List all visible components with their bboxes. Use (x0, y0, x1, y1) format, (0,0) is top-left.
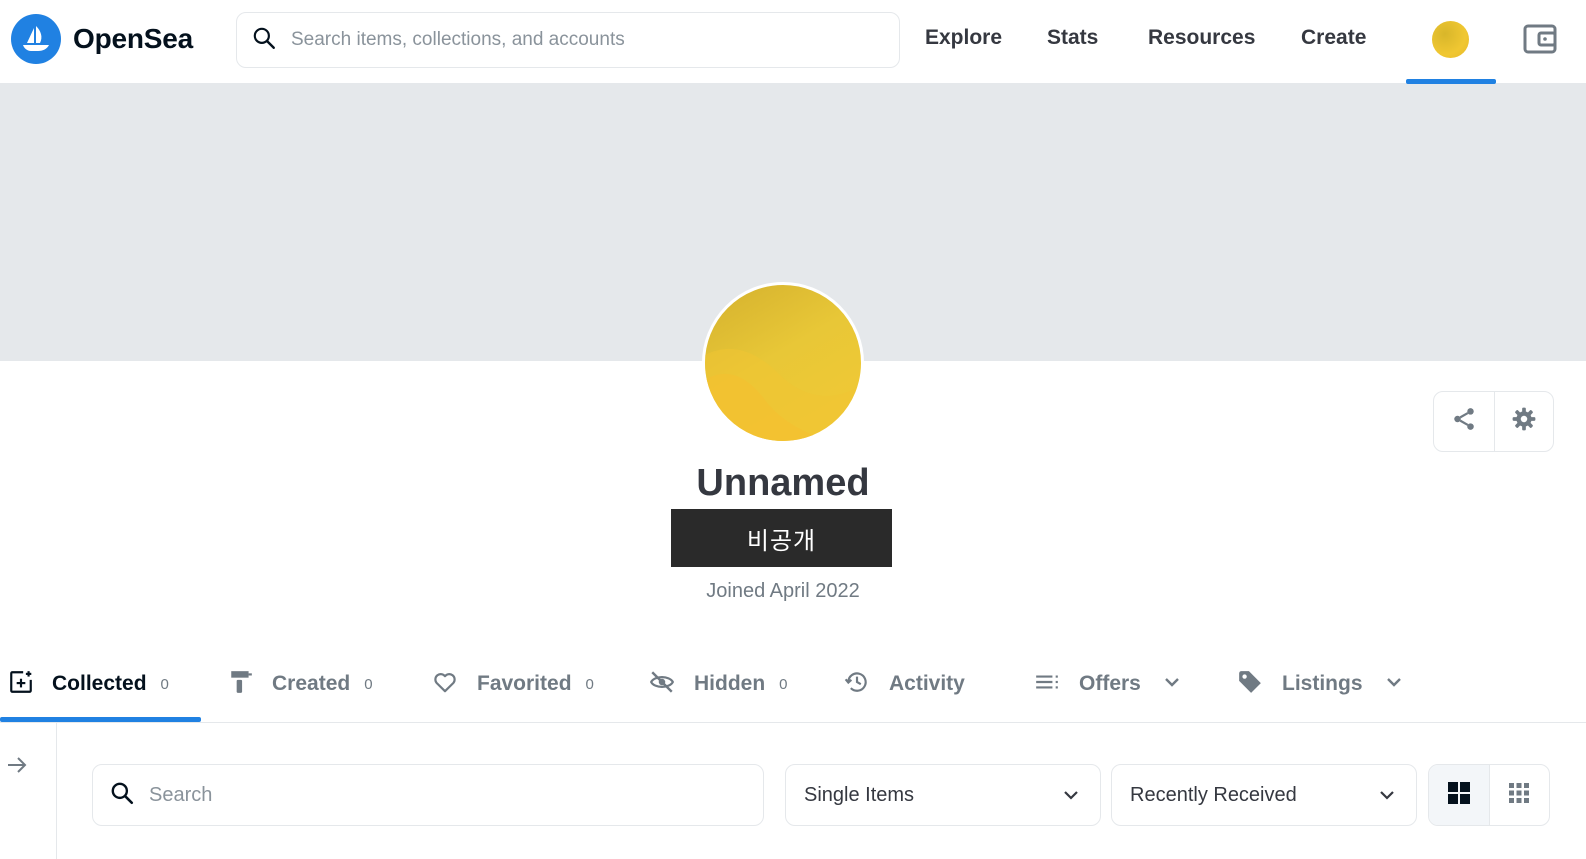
tab-listings[interactable]: Listings (1236, 645, 1403, 723)
small-grid-button[interactable] (1488, 765, 1549, 825)
grid-view-toggle (1428, 764, 1550, 826)
profile-avatar (702, 282, 864, 444)
nav-explore[interactable]: Explore (925, 26, 1002, 50)
tab-hidden[interactable]: Hidden 0 (648, 645, 788, 723)
tab-collected[interactable]: Collected 0 (8, 645, 169, 723)
tag-icon (1236, 669, 1264, 700)
heart-icon (431, 669, 459, 700)
share-button[interactable] (1434, 392, 1494, 451)
item-type-dropdown[interactable]: Single Items (785, 764, 1101, 826)
profile-actions (1433, 391, 1554, 452)
tab-label: Collected (52, 672, 147, 695)
large-grid-button[interactable] (1429, 765, 1489, 825)
top-navbar: OpenSea Explore Stats Resources Create (0, 0, 1586, 84)
search-icon (251, 25, 277, 56)
filter-sidebar-rail (0, 723, 57, 859)
sort-selected: Recently Received (1130, 783, 1297, 806)
tab-favorited[interactable]: Favorited 0 (431, 645, 594, 723)
arrow-right-icon[interactable] (5, 753, 29, 782)
profile-name: Unnamed (696, 462, 870, 504)
tab-label: Listings (1282, 672, 1363, 695)
tab-label: Hidden (694, 672, 766, 695)
nav-stats[interactable]: Stats (1047, 26, 1098, 50)
tab-count: 0 (779, 675, 788, 693)
tab-count: 0 (585, 675, 594, 693)
chevron-down-icon (1062, 784, 1080, 807)
history-icon (843, 669, 871, 700)
global-search-input[interactable] (291, 29, 871, 51)
tab-count: 0 (364, 675, 373, 693)
joined-date: Joined April 2022 (706, 580, 860, 602)
paintbrush-icon (228, 669, 254, 700)
item-type-selected: Single Items (804, 783, 915, 806)
chevron-down-icon (1385, 675, 1403, 693)
gear-icon (1511, 406, 1537, 437)
search-icon (109, 780, 135, 811)
chevron-down-icon (1378, 784, 1396, 807)
tab-count: 0 (160, 675, 169, 693)
wallet-icon[interactable] (1522, 22, 1558, 61)
eye-off-icon (648, 669, 676, 700)
tab-created[interactable]: Created 0 (228, 645, 373, 723)
nav-resources[interactable]: Resources (1148, 26, 1255, 50)
collected-icon (8, 669, 34, 700)
share-icon (1451, 406, 1477, 437)
global-search[interactable] (236, 12, 900, 68)
tab-activity[interactable]: Activity (843, 645, 965, 723)
profile-tabs: Collected 0 Created 0 Favorited 0 Hidden… (0, 645, 1586, 723)
address-redaction-badge: 비공개 (671, 509, 892, 567)
opensea-logo[interactable]: OpenSea (11, 14, 193, 64)
tab-label: Created (272, 672, 351, 695)
settings-button[interactable] (1493, 392, 1554, 451)
small-grid-icon (1507, 781, 1531, 810)
chevron-down-icon (1163, 675, 1181, 693)
tab-label: Favorited (477, 672, 572, 695)
sort-dropdown[interactable]: Recently Received (1111, 764, 1417, 826)
items-search[interactable] (92, 764, 764, 826)
items-search-input[interactable] (149, 783, 709, 807)
tab-offers[interactable]: Offers (1033, 645, 1181, 723)
active-tab-indicator (0, 717, 201, 722)
tab-label: Offers (1079, 672, 1141, 695)
account-avatar[interactable] (1432, 21, 1469, 58)
list-icon (1033, 669, 1061, 700)
nav-create[interactable]: Create (1301, 26, 1366, 50)
opensea-logo-icon (11, 14, 61, 64)
large-grid-icon (1447, 781, 1471, 810)
brand-name: OpenSea (73, 23, 193, 54)
tab-label: Activity (889, 672, 965, 695)
